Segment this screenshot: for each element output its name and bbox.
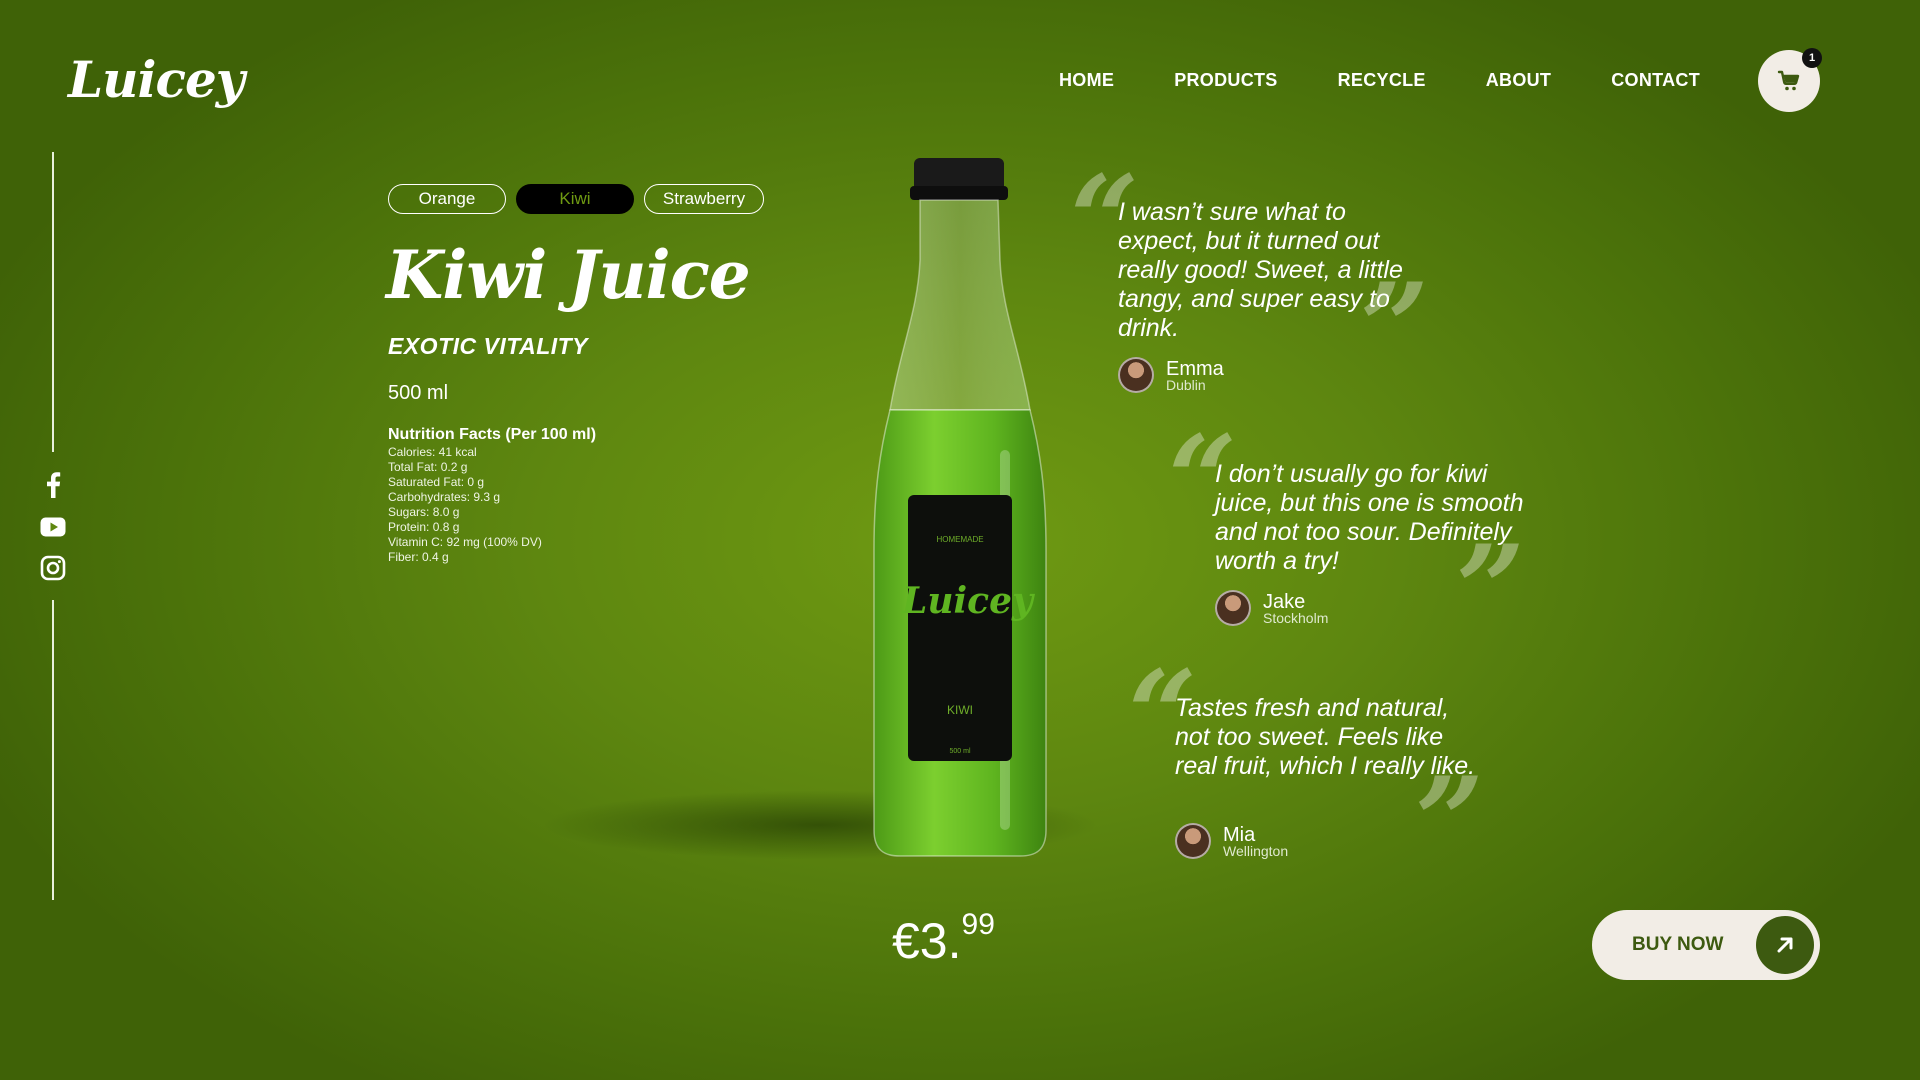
nav-contact[interactable]: CONTACT <box>1611 70 1700 91</box>
nav-recycle[interactable]: RECYCLE <box>1338 70 1426 91</box>
cart-icon <box>1777 70 1800 91</box>
price-cents: 99 <box>961 908 995 942</box>
product-tagline: EXOTIC VITALITY <box>388 333 589 359</box>
quote-close-icon: ” <box>1415 751 1485 892</box>
youtube-link[interactable] <box>38 512 68 542</box>
quote-close-icon: ” <box>1360 257 1430 398</box>
main-nav: HOME PRODUCTS RECYCLE ABOUT CONTACT <box>1059 70 1700 91</box>
reviewer-city: Stockholm <box>1263 610 1329 626</box>
nutrition-item: Total Fat: 0.2 g <box>388 460 468 474</box>
reviewer-city: Dublin <box>1166 377 1206 393</box>
nutrition-item: Saturated Fat: 0 g <box>388 475 485 489</box>
cart-count-badge: 1 <box>1802 48 1822 68</box>
bottle-graphic <box>873 158 1047 857</box>
instagram-icon <box>40 555 66 581</box>
arrow-up-right-icon <box>1777 937 1793 953</box>
flavor-selector: Orange Kiwi Strawberry <box>388 184 764 214</box>
nutrition-item: Sugars: 8.0 g <box>388 505 460 519</box>
flavor-strawberry-pill[interactable]: Strawberry <box>644 184 764 214</box>
product-price: €3.99 <box>892 908 995 970</box>
product-volume: 500 ml <box>388 382 449 404</box>
price-main: €3. <box>892 913 962 969</box>
avatar-mia <box>1175 823 1211 859</box>
flavor-orange-pill[interactable]: Orange <box>388 184 506 214</box>
label-flavor: KIWI <box>947 703 973 717</box>
label-size: 500 ml <box>949 748 971 755</box>
nutrition-item: Protein: 0.8 g <box>388 520 460 534</box>
quote-close-icon: ” <box>1456 519 1526 660</box>
product-title: Kiwi Juice <box>386 236 751 314</box>
avatar-emma <box>1118 357 1154 393</box>
nutrition-item: Carbohydrates: 9.3 g <box>388 490 501 504</box>
brand-logo[interactable]: Luicey <box>68 50 245 109</box>
youtube-icon <box>40 517 66 537</box>
nutrition-item: Vitamin C: 92 mg (100% DV) <box>388 535 542 549</box>
cart-button[interactable]: 1 <box>1758 48 1822 112</box>
flavor-kiwi-pill[interactable]: Kiwi <box>516 184 634 214</box>
label-brand: Luicey <box>902 580 1033 622</box>
nav-products[interactable]: PRODUCTS <box>1174 70 1277 91</box>
product-bottle-image: HOMEMADE Luicey KIWI 500 ml <box>850 150 1070 870</box>
facebook-link[interactable] <box>38 470 68 500</box>
rail-divider-bottom <box>52 600 54 900</box>
label-homemade: HOMEMADE <box>936 535 984 544</box>
rail-divider-top <box>52 152 54 452</box>
buy-now-button[interactable]: BUY NOW <box>1592 910 1820 980</box>
nutrition-list: Calories: 41 kcal Total Fat: 0.2 g Satur… <box>388 445 542 565</box>
avatar-jake <box>1215 590 1251 626</box>
buy-now-label: BUY NOW <box>1632 934 1724 955</box>
nav-home[interactable]: HOME <box>1059 70 1114 91</box>
buy-now-arrow <box>1756 916 1814 974</box>
facebook-icon <box>47 472 61 498</box>
nutrition-item: Calories: 41 kcal <box>388 445 477 459</box>
nutrition-item: Fiber: 0.4 g <box>388 550 449 564</box>
nutrition-title: Nutrition Facts (Per 100 ml) <box>388 426 597 443</box>
nav-about[interactable]: ABOUT <box>1486 70 1552 91</box>
reviewer-city: Wellington <box>1223 843 1289 859</box>
instagram-link[interactable] <box>38 553 68 583</box>
